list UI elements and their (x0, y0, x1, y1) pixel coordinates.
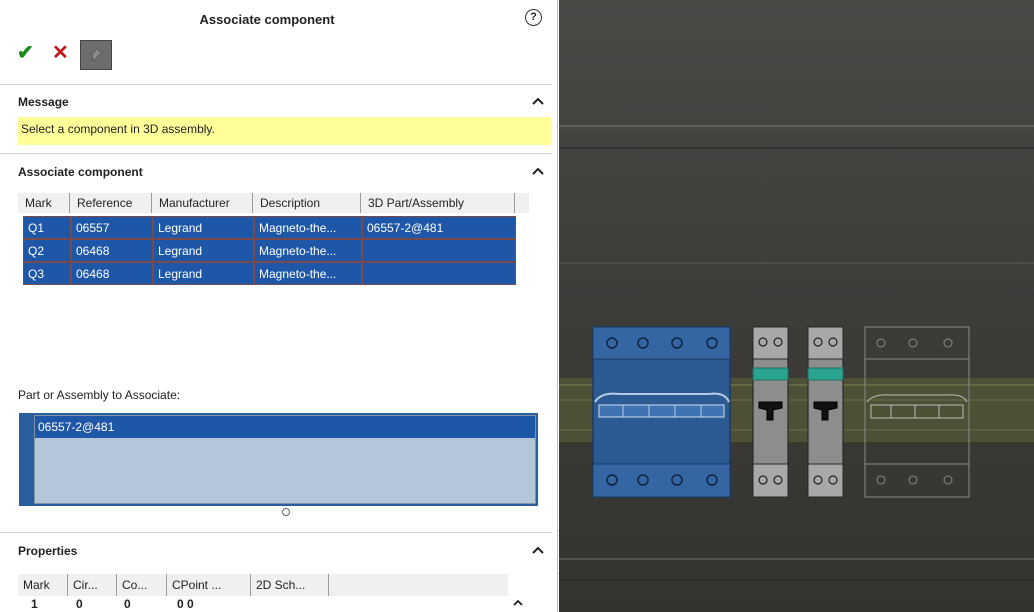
cancel-button[interactable]: ✕ (52, 41, 74, 65)
cell-reference: 06557 (71, 216, 153, 239)
cell-description: Magneto-the... (254, 216, 362, 239)
section-divider (0, 84, 552, 85)
table-row[interactable]: Q2 06468 Legrand Magneto-the... (23, 239, 534, 262)
pin-button[interactable] (80, 40, 112, 70)
cell-reference: 06468 (71, 262, 153, 285)
3d-viewport[interactable] (559, 0, 1034, 612)
grid-header: Mark Reference Manufacturer Description … (18, 193, 529, 213)
section-divider (0, 532, 552, 533)
cell-manufacturer: Legrand (153, 216, 254, 239)
collapse-properties-chevron-icon[interactable] (531, 543, 545, 557)
cell-mark: Q1 (23, 216, 71, 239)
breaker-q3 (807, 326, 844, 498)
message-section-title[interactable]: Message (18, 95, 69, 109)
3d-assembly-scene[interactable] (559, 0, 1034, 612)
cell-circuit: 0 (76, 597, 83, 611)
part-or-assembly-label: Part or Assembly to Associate: (18, 388, 181, 402)
scroll-up-arrow-icon[interactable] (507, 596, 529, 612)
component-grid[interactable]: Mark Reference Manufacturer Description … (18, 193, 529, 371)
grid-header: Mark Cir... Co... CPoint ... 2D Sch... (18, 574, 508, 596)
list-item[interactable]: 06557-2@481 (35, 416, 535, 438)
section-divider (0, 153, 552, 154)
properties-section-title[interactable]: Properties (18, 544, 77, 558)
cell-reference: 06468 (71, 239, 153, 262)
collapse-associate-chevron-icon[interactable] (531, 164, 545, 178)
column-header-manufacturer[interactable]: Manufacturer (152, 193, 253, 213)
cell-co: 0 (124, 597, 131, 611)
table-row[interactable]: Q3 06468 Legrand Magneto-the... (23, 262, 534, 285)
cell-3d-part: 06557-2@481 (362, 216, 516, 239)
cell-3d-part (362, 239, 516, 262)
column-header-mark[interactable]: Mark (18, 193, 70, 213)
cell-manufacturer: Legrand (153, 262, 254, 285)
cell-mark: Q2 (23, 239, 71, 262)
panel-title: Associate component (199, 12, 335, 27)
properties-grid[interactable]: Mark Cir... Co... CPoint ... 2D Sch... 1… (18, 574, 529, 612)
pushpin-icon (89, 48, 103, 62)
cell-3d-part (362, 262, 516, 285)
collapse-message-chevron-icon[interactable] (531, 94, 545, 108)
column-header-mark[interactable]: Mark (18, 574, 68, 596)
cell-description: Magneto-the... (254, 239, 362, 262)
cell-manufacturer: Legrand (153, 239, 254, 262)
column-header-3d-part[interactable]: 3D Part/Assembly (361, 193, 515, 213)
cell-mark: Q3 (23, 262, 71, 285)
associate-section-title[interactable]: Associate component (18, 165, 143, 179)
cell-mark: 1 (31, 597, 38, 611)
breaker-q1-highlighted (592, 326, 731, 498)
cell-description: Magneto-the... (254, 262, 362, 285)
list-resize-handle-icon[interactable] (282, 508, 290, 516)
breaker-q2 (752, 326, 789, 498)
part-assembly-list[interactable]: 06557-2@481 (19, 413, 538, 506)
ok-button[interactable]: ✔ (17, 41, 39, 65)
table-row[interactable]: Q1 06557 Legrand Magneto-the... 06557-2@… (23, 216, 534, 239)
message-text: Select a component in 3D assembly. (18, 117, 551, 145)
column-header-2d-schematic[interactable]: 2D Sch... (251, 574, 329, 596)
column-header-reference[interactable]: Reference (70, 193, 152, 213)
column-header-co[interactable]: Co... (117, 574, 167, 596)
help-icon[interactable]: ? (525, 9, 542, 26)
part-assembly-list-box[interactable]: 06557-2@481 (34, 415, 536, 504)
property-manager-panel: Associate component ? ✔ ✕ Message Select… (0, 0, 558, 612)
cell-cpoint: 0 0 (177, 597, 194, 611)
column-header-description[interactable]: Description (253, 193, 361, 213)
column-header-circuit[interactable]: Cir... (68, 574, 117, 596)
column-header-cpoint[interactable]: CPoint ... (167, 574, 251, 596)
